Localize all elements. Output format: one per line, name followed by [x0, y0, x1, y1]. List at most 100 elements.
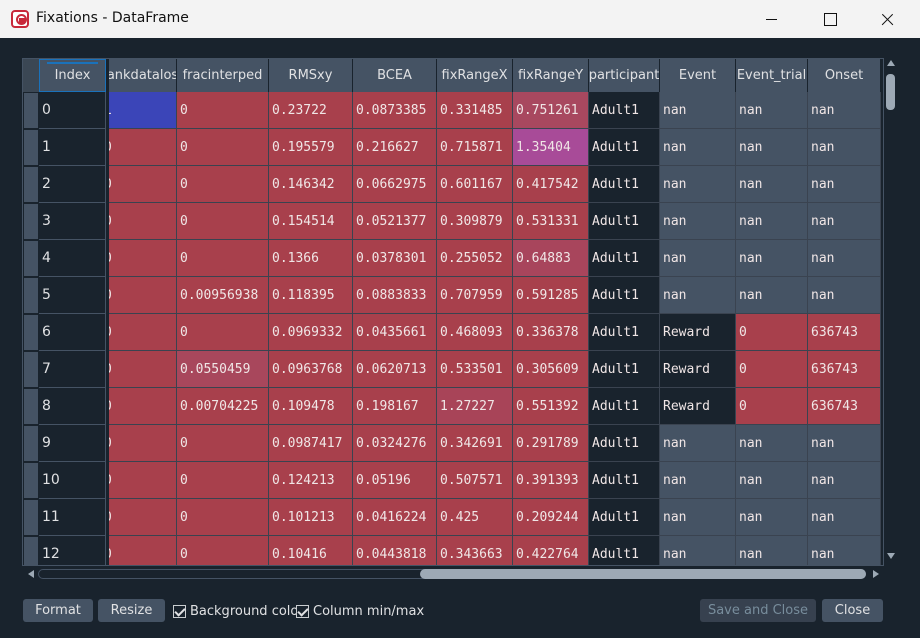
- scroll-down-arrow-icon[interactable]: [887, 553, 895, 559]
- table-cell[interactable]: nan: [808, 203, 881, 240]
- dataframe-table[interactable]: Index ankdatalos fracinterped RMSxy BCEA fix…: [22, 58, 884, 566]
- table-cell[interactable]: 0.0883833: [353, 277, 437, 314]
- table-cell[interactable]: nan: [660, 129, 736, 166]
- minimize-button[interactable]: [748, 0, 794, 38]
- table-cell[interactable]: 0.209244: [513, 499, 589, 536]
- table-cell[interactable]: Adult1: [589, 351, 660, 388]
- table-cell[interactable]: Reward: [660, 351, 736, 388]
- table-cell[interactable]: 0.05196: [353, 462, 437, 499]
- row-index[interactable]: 10: [39, 462, 106, 499]
- column-header[interactable]: fixRangeY: [513, 59, 589, 92]
- table-cell[interactable]: Adult1: [589, 203, 660, 240]
- table-cell[interactable]: Adult1: [589, 129, 660, 166]
- table-cell[interactable]: 0: [109, 277, 177, 314]
- table-cell[interactable]: 0.198167: [353, 388, 437, 425]
- table-cell[interactable]: 0: [177, 203, 269, 240]
- table-cell[interactable]: 0: [109, 240, 177, 277]
- table-cell[interactable]: 0: [109, 536, 177, 565]
- table-cell[interactable]: 0: [736, 314, 808, 351]
- table-cell[interactable]: Adult1: [589, 499, 660, 536]
- column-header[interactable]: fixRangeX: [437, 59, 513, 92]
- column-minmax-checkbox[interactable]: [296, 604, 309, 618]
- table-cell[interactable]: nan: [808, 425, 881, 462]
- table-cell[interactable]: 0: [177, 499, 269, 536]
- row-index[interactable]: 11: [39, 499, 106, 536]
- column-header[interactable]: ankdatalos: [109, 59, 177, 92]
- table-cell[interactable]: nan: [808, 166, 881, 203]
- table-cell[interactable]: 0.101213: [269, 499, 353, 536]
- row-index[interactable]: 9: [39, 425, 106, 462]
- table-cell[interactable]: nan: [808, 92, 881, 129]
- table-cell[interactable]: nan: [660, 240, 736, 277]
- table-cell[interactable]: 0.601167: [437, 166, 513, 203]
- table-cell[interactable]: nan: [660, 166, 736, 203]
- table-cell[interactable]: 0: [109, 351, 177, 388]
- save-and-close-button[interactable]: Save and Close: [700, 599, 816, 622]
- table-cell[interactable]: Reward: [660, 314, 736, 351]
- scroll-up-arrow-icon[interactable]: [887, 60, 895, 66]
- table-cell[interactable]: Adult1: [589, 92, 660, 129]
- row-index[interactable]: 7: [39, 351, 106, 388]
- table-cell[interactable]: 0.1366: [269, 240, 353, 277]
- column-minmax-toggle[interactable]: Column min/max: [296, 602, 424, 620]
- column-header[interactable]: BCEA: [353, 59, 437, 92]
- table-cell[interactable]: 0.00956938: [177, 277, 269, 314]
- table-cell[interactable]: Adult1: [589, 166, 660, 203]
- table-cell[interactable]: 0: [109, 203, 177, 240]
- table-cell[interactable]: 0.336378: [513, 314, 589, 351]
- table-cell[interactable]: 0: [177, 240, 269, 277]
- table-cell[interactable]: nan: [736, 166, 808, 203]
- table-cell[interactable]: 0.425: [437, 499, 513, 536]
- table-cell[interactable]: 0: [177, 314, 269, 351]
- row-index[interactable]: 2: [39, 166, 106, 203]
- table-cell[interactable]: 1.35404: [513, 129, 589, 166]
- table-cell[interactable]: nan: [808, 129, 881, 166]
- background-color-toggle[interactable]: Background color: [173, 602, 304, 620]
- table-cell[interactable]: 1: [109, 92, 177, 129]
- table-cell[interactable]: 0.591285: [513, 277, 589, 314]
- table-cell[interactable]: 0.146342: [269, 166, 353, 203]
- table-cell[interactable]: Adult1: [589, 277, 660, 314]
- table-cell[interactable]: 0: [177, 166, 269, 203]
- table-cell[interactable]: 0.118395: [269, 277, 353, 314]
- vertical-scrollbar-thumb[interactable]: [886, 74, 895, 110]
- table-cell[interactable]: 0.715871: [437, 129, 513, 166]
- table-cell[interactable]: nan: [660, 536, 736, 565]
- table-cell[interactable]: 0: [177, 536, 269, 565]
- table-cell[interactable]: 0: [109, 166, 177, 203]
- table-cell[interactable]: 0.0443818: [353, 536, 437, 565]
- table-cell[interactable]: 0: [109, 129, 177, 166]
- table-cell[interactable]: 0.707959: [437, 277, 513, 314]
- table-cell[interactable]: 0.422764: [513, 536, 589, 565]
- table-cell[interactable]: nan: [660, 425, 736, 462]
- table-cell[interactable]: 0: [736, 351, 808, 388]
- table-cell[interactable]: nan: [736, 203, 808, 240]
- table-cell[interactable]: 0.124213: [269, 462, 353, 499]
- row-index[interactable]: 4: [39, 240, 106, 277]
- table-cell[interactable]: nan: [736, 277, 808, 314]
- table-cell[interactable]: 0: [177, 129, 269, 166]
- row-index[interactable]: 6: [39, 314, 106, 351]
- table-cell[interactable]: nan: [808, 499, 881, 536]
- table-cell[interactable]: nan: [736, 536, 808, 565]
- table-cell[interactable]: 0.0873385: [353, 92, 437, 129]
- table-cell[interactable]: 0.417542: [513, 166, 589, 203]
- table-cell[interactable]: 0.0969332: [269, 314, 353, 351]
- column-header[interactable]: fracinterped: [177, 59, 269, 92]
- table-cell[interactable]: 0: [177, 92, 269, 129]
- table-cell[interactable]: Reward: [660, 388, 736, 425]
- table-cell[interactable]: 0: [109, 314, 177, 351]
- resize-button[interactable]: Resize: [98, 599, 165, 622]
- table-cell[interactable]: Adult1: [589, 536, 660, 565]
- table-cell[interactable]: 0.751261: [513, 92, 589, 129]
- table-cell[interactable]: 0.0521377: [353, 203, 437, 240]
- table-cell[interactable]: 0.10416: [269, 536, 353, 565]
- index-header[interactable]: Index: [39, 59, 106, 92]
- table-cell[interactable]: 0.0963768: [269, 351, 353, 388]
- table-cell[interactable]: 0.291789: [513, 425, 589, 462]
- table-cell[interactable]: 0.531331: [513, 203, 589, 240]
- table-cell[interactable]: 0: [109, 388, 177, 425]
- scroll-left-arrow-icon[interactable]: [28, 570, 34, 578]
- row-index[interactable]: 3: [39, 203, 106, 240]
- table-cell[interactable]: 0: [109, 462, 177, 499]
